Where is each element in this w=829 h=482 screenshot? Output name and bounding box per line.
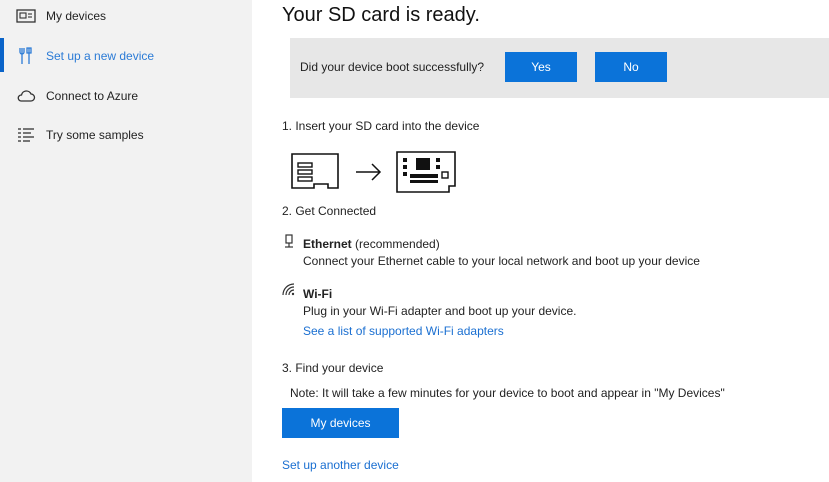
set-up-another-device-link[interactable]: Set up another device bbox=[282, 458, 399, 472]
main-content: Your SD card is ready. Did your device b… bbox=[252, 0, 829, 482]
sidebar-item-try-some-samples[interactable]: Try some samples bbox=[0, 115, 252, 155]
sidebar: My devices Set up a new device Connect t… bbox=[0, 0, 252, 482]
sidebar-item-label: My devices bbox=[46, 9, 107, 23]
sidebar-item-my-devices[interactable]: My devices bbox=[0, 0, 252, 36]
ethernet-heading: Ethernet (recommended) bbox=[303, 237, 440, 251]
sidebar-item-label: Connect to Azure bbox=[46, 89, 139, 103]
sidebar-item-label: Set up a new device bbox=[46, 49, 155, 63]
step-2-heading: 2. Get Connected bbox=[282, 204, 377, 218]
sidebar-item-label: Try some samples bbox=[46, 128, 144, 142]
cloud-icon bbox=[16, 87, 36, 105]
ethernet-icon bbox=[282, 234, 296, 248]
active-indicator bbox=[0, 38, 4, 72]
tools-icon bbox=[16, 47, 36, 65]
wifi-title: Wi-Fi bbox=[303, 287, 333, 301]
step-1-heading: 1. Insert your SD card into the device bbox=[282, 119, 480, 133]
sidebar-item-set-up-new-device[interactable]: Set up a new device bbox=[0, 36, 252, 76]
wifi-icon bbox=[282, 283, 296, 297]
arrow-right-icon bbox=[356, 163, 382, 181]
sd-card-insert-illustration bbox=[290, 150, 470, 194]
boot-note: Note: It will take a few minutes for you… bbox=[290, 386, 725, 400]
boot-confirmation-panel: Did your device boot successfully? Yes N… bbox=[290, 38, 829, 98]
wifi-adapters-link[interactable]: See a list of supported Wi-Fi adapters bbox=[303, 324, 504, 338]
device-icon bbox=[16, 7, 36, 25]
list-icon bbox=[16, 126, 36, 144]
sd-card-icon bbox=[291, 153, 339, 189]
sidebar-item-connect-to-azure[interactable]: Connect to Azure bbox=[0, 76, 252, 116]
yes-button[interactable]: Yes bbox=[505, 52, 577, 82]
device-board-icon bbox=[396, 151, 456, 193]
page-title: Your SD card is ready. bbox=[282, 4, 480, 26]
ethernet-title: Ethernet bbox=[303, 237, 352, 251]
boot-question: Did your device boot successfully? bbox=[300, 60, 485, 74]
step-3-heading: 3. Find your device bbox=[282, 361, 384, 375]
my-devices-button[interactable]: My devices bbox=[282, 408, 399, 438]
wifi-description: Plug in your Wi-Fi adapter and boot up y… bbox=[303, 304, 577, 318]
ethernet-recommended: (recommended) bbox=[351, 237, 440, 251]
no-button[interactable]: No bbox=[595, 52, 667, 82]
ethernet-description: Connect your Ethernet cable to your loca… bbox=[303, 254, 700, 268]
